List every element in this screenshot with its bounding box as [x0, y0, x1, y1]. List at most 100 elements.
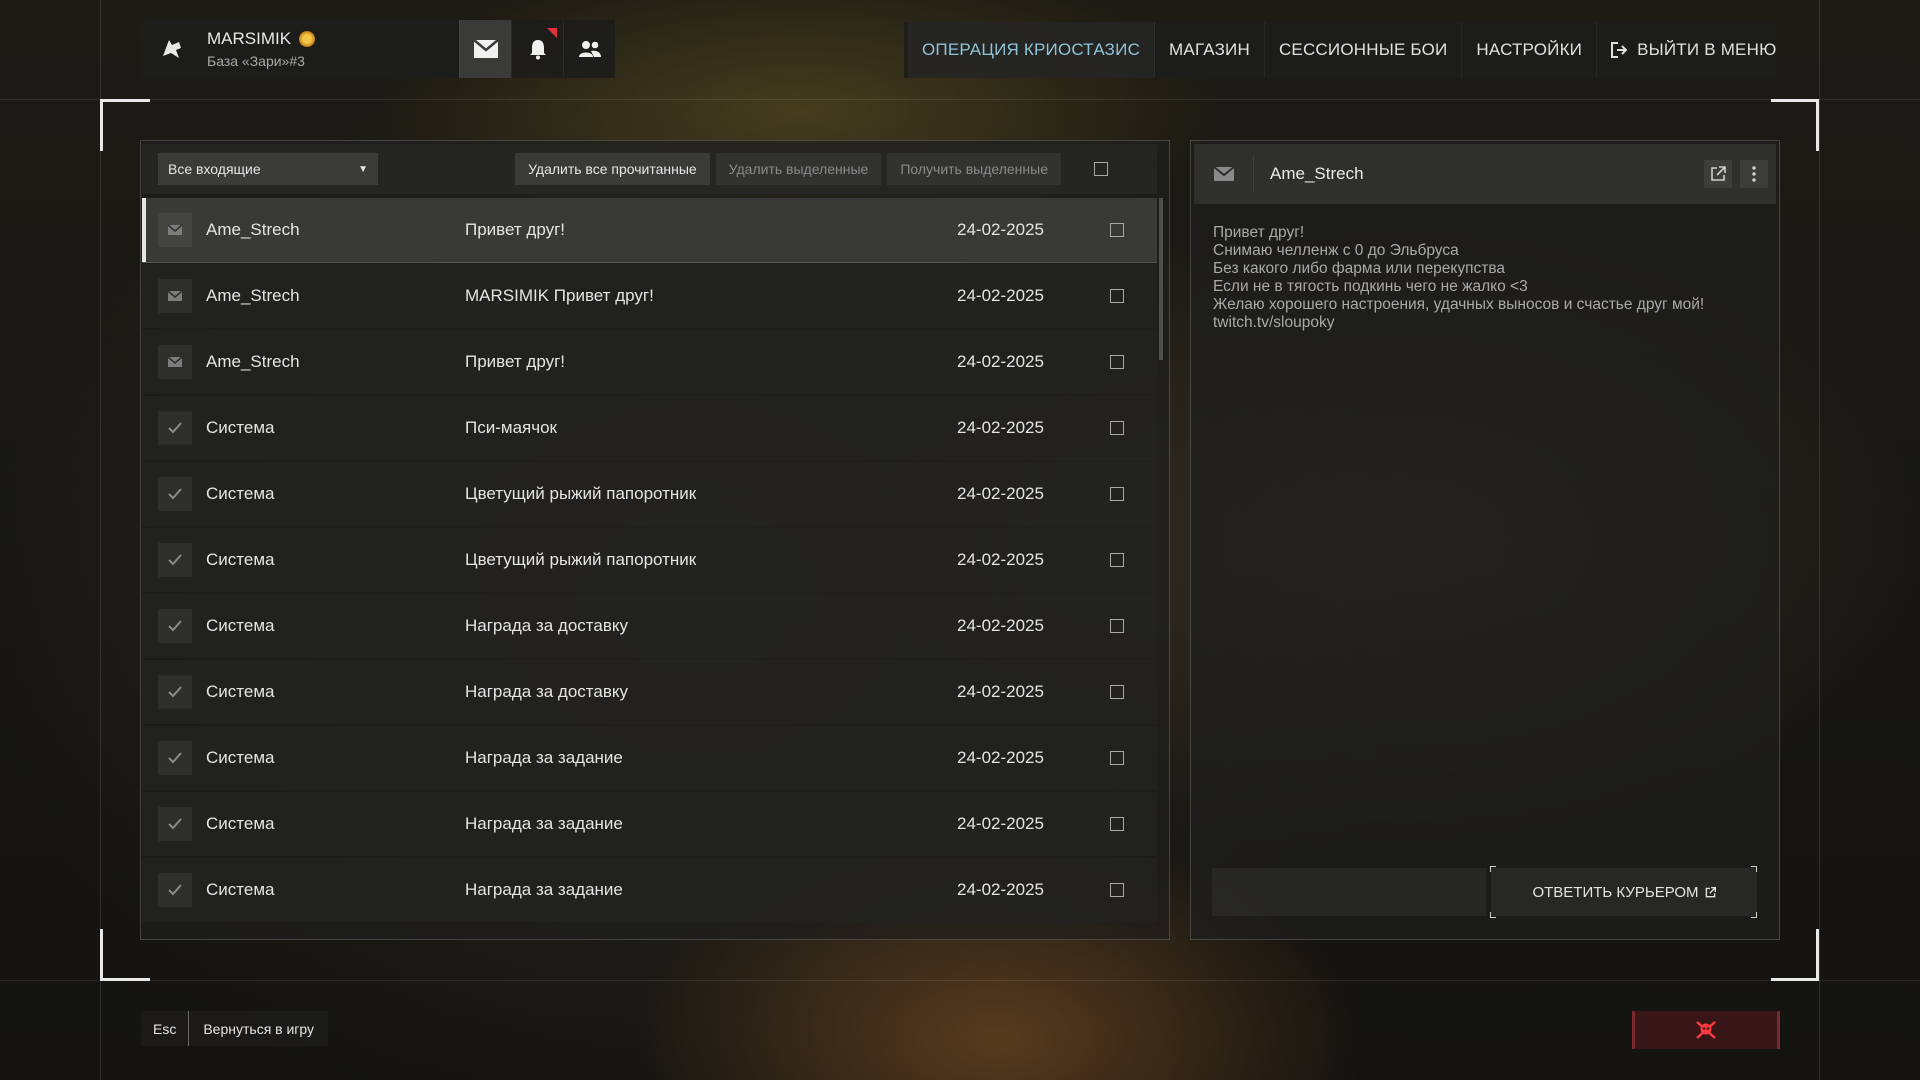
sun-badge-icon — [299, 31, 316, 47]
more-options-button[interactable] — [1740, 160, 1768, 188]
message-date: 24-02-2025 — [957, 484, 1044, 503]
envelope-icon — [158, 279, 192, 313]
message-subject: Награда за доставку — [465, 616, 628, 635]
receive-selected-button[interactable]: Получить выделенные — [887, 153, 1061, 185]
open-external-button[interactable] — [1704, 160, 1732, 188]
message-checkbox[interactable] — [1110, 685, 1124, 699]
top-navigation: ОПЕРАЦИЯ КРИОСТАЗИС МАГАЗИН СЕССИОННЫЕ Б… — [904, 22, 1776, 78]
reading-header: Ame_Strech — [1194, 144, 1776, 204]
message-date: 24-02-2025 — [957, 286, 1044, 305]
message-body: Привет друг! Снимаю челленж с 0 до Эльбр… — [1213, 224, 1705, 331]
mail-toolbar: Все входящие ▼ Удалить все прочитанные У… — [142, 144, 1157, 194]
message-row[interactable]: Ame_Strech MARSIMIK Привет друг! 24-02-202… — [142, 264, 1157, 328]
message-subject: Награда за задание — [465, 814, 623, 833]
esc-key: Esc — [141, 1011, 190, 1046]
message-sender: Система — [206, 484, 275, 503]
message-checkbox[interactable] — [1110, 355, 1124, 369]
nav-label: НАСТРОЙКИ — [1476, 40, 1583, 59]
nav-session-battles[interactable]: СЕССИОННЫЕ БОИ — [1265, 22, 1463, 78]
reply-label: ОТВЕТИТЬ КУРЬЕРОМ — [1532, 883, 1699, 901]
reply-courier-button[interactable]: ОТВЕТИТЬ КУРЬЕРОМ — [1491, 868, 1757, 916]
message-subject: MARSIMIK Привет друг! — [465, 286, 654, 305]
message-subject: Привет друг! — [465, 220, 566, 239]
message-checkbox[interactable] — [1110, 619, 1124, 633]
message-row[interactable]: Система Награда за доставку 24-02-2025 — [142, 660, 1157, 724]
message-subject: Цветущий рыжий папоротник — [465, 550, 697, 569]
delete-selected-button[interactable]: Удалить выделенные — [715, 153, 882, 185]
message-date: 24-02-2025 — [957, 880, 1044, 899]
message-sender: Система — [206, 616, 275, 635]
mail-button[interactable] — [459, 20, 511, 78]
envelope-icon — [1194, 156, 1254, 192]
notifications-button[interactable] — [511, 20, 563, 78]
kebab-menu-icon — [1752, 166, 1756, 182]
message-row[interactable]: Система Цветущий рыжий папоротник 24-02-20… — [142, 528, 1157, 592]
message-checkbox[interactable] — [1110, 487, 1124, 501]
danger-button[interactable] — [1632, 1011, 1780, 1049]
message-row[interactable]: Система Пси-маячок 24-02-2025 — [142, 396, 1157, 460]
button-tick — [1490, 912, 1496, 918]
message-checkbox[interactable] — [1110, 553, 1124, 567]
message-row[interactable]: Система Награда за задание 24-02-2025 — [142, 858, 1157, 922]
check-icon — [158, 807, 192, 841]
check-icon — [158, 873, 192, 907]
player-name: MARSIMIK — [207, 29, 292, 48]
friends-icon — [578, 41, 601, 57]
message-sender: Система — [206, 550, 275, 569]
check-icon — [158, 477, 192, 511]
bell-icon — [529, 40, 546, 60]
message-sender: Система — [206, 418, 275, 437]
nav-operation[interactable]: ОПЕРАЦИЯ КРИОСТАЗИС — [908, 22, 1156, 78]
message-subject: Награда за задание — [465, 880, 623, 899]
message-checkbox[interactable] — [1110, 421, 1124, 435]
message-sender: Ame_Strech — [1270, 164, 1364, 183]
message-sender: Система — [206, 748, 275, 767]
back-label: Вернуться в игру — [203, 1020, 315, 1037]
message-sender: Ame_Strech — [206, 220, 300, 239]
button-tick — [1751, 912, 1757, 918]
select-all-checkbox[interactable] — [1094, 162, 1108, 176]
frame-line — [100, 0, 101, 1080]
message-sender: Система — [206, 814, 275, 833]
message-checkbox[interactable] — [1110, 817, 1124, 831]
nav-label: ВЫЙТИ В МЕНЮ — [1637, 40, 1777, 59]
message-subject: Пси-маячок — [465, 418, 557, 437]
back-to-game[interactable]: Esc Вернуться в игру — [141, 1011, 329, 1046]
nav-settings[interactable]: НАСТРОЙКИ — [1462, 22, 1598, 78]
message-row[interactable]: Система Награда за задание 24-02-2025 — [142, 726, 1157, 790]
message-checkbox[interactable] — [1110, 289, 1124, 303]
message-checkbox[interactable] — [1110, 883, 1124, 897]
friends-button[interactable] — [563, 20, 615, 78]
button-tick — [1751, 866, 1757, 872]
check-icon — [158, 675, 192, 709]
reply-field[interactable] — [1212, 868, 1486, 916]
message-date: 24-02-2025 — [957, 616, 1044, 635]
message-date: 24-02-2025 — [957, 748, 1044, 767]
filter-select[interactable]: Все входящие ▼ — [158, 153, 378, 185]
message-row[interactable]: Система Цветущий рыжий папоротник 24-02-20… — [142, 462, 1157, 526]
envelope-icon — [158, 345, 192, 379]
message-sender: Система — [206, 880, 275, 899]
nav-exit-menu[interactable]: ВЫЙТИ В МЕНЮ — [1597, 22, 1790, 78]
wolf-icon[interactable] — [145, 22, 199, 76]
frame-line — [1819, 0, 1820, 1080]
message-date: 24-02-2025 — [957, 550, 1044, 569]
message-row[interactable]: Система Награда за задание 24-02-2025 — [142, 792, 1157, 856]
button-tick — [1490, 866, 1496, 872]
dropdown-arrow-icon: ▼ — [358, 163, 368, 175]
delete-read-button[interactable]: Удалить все прочитанные — [515, 153, 710, 185]
message-checkbox[interactable] — [1110, 223, 1124, 237]
nav-shop[interactable]: МАГАЗИН — [1155, 22, 1265, 78]
message-row[interactable]: Ame_Strech Привет друг! 24-02-2025 — [142, 330, 1157, 394]
check-icon — [158, 543, 192, 577]
message-date: 24-02-2025 — [957, 352, 1044, 371]
message-row[interactable]: Система Награда за доставку 24-02-2025 — [142, 594, 1157, 658]
message-sender: Ame_Strech — [206, 352, 300, 371]
message-subject: Привет друг! — [465, 352, 566, 371]
frame-line — [0, 980, 1920, 981]
message-row[interactable]: Ame_Strech Привет друг! 24-02-2025 — [142, 198, 1157, 263]
envelope-icon — [158, 213, 192, 247]
message-checkbox[interactable] — [1110, 751, 1124, 765]
frame-line — [0, 99, 1920, 100]
list-scrollbar[interactable] — [1159, 198, 1163, 360]
